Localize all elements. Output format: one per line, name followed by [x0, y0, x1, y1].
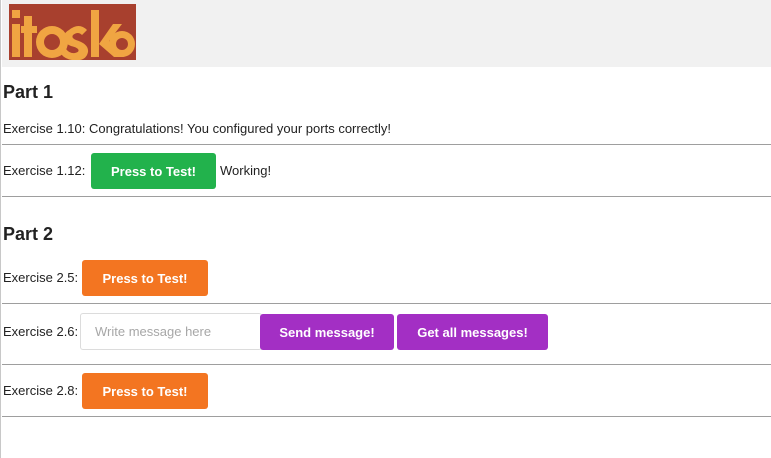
part2-title: Part 2 [3, 224, 54, 244]
page: Part 1 Exercise 1.10: Congratulations! Y… [0, 0, 771, 458]
exercise-1-12-label: Exercise 1.12: [3, 163, 86, 178]
message-input[interactable] [80, 313, 262, 350]
divider [2, 144, 771, 145]
toska-logo [9, 4, 136, 60]
exercise-2-5-label: Exercise 2.5: [3, 270, 79, 285]
get-all-messages-button[interactable]: Get all messages! [397, 314, 548, 350]
exercise-2-8-test-button[interactable]: Press to Test! [82, 373, 208, 409]
exercise-2-5-test-button[interactable]: Press to Test! [82, 260, 208, 296]
divider [2, 303, 771, 304]
send-message-button[interactable]: Send message! [260, 314, 394, 350]
header-bar [2, 0, 771, 67]
divider [2, 196, 771, 197]
exercise-1-10-text: Exercise 1.10: Congratulations! You conf… [3, 121, 392, 136]
exercise-2-8-label: Exercise 2.8: [3, 383, 79, 398]
exercise-1-12-test-button[interactable]: Press to Test! [91, 153, 216, 189]
divider [2, 364, 771, 365]
exercise-2-6-label: Exercise 2.6: [3, 324, 79, 339]
exercise-1-12-status: Working! [220, 163, 272, 178]
part1-title: Part 1 [3, 82, 54, 102]
divider [2, 416, 771, 417]
